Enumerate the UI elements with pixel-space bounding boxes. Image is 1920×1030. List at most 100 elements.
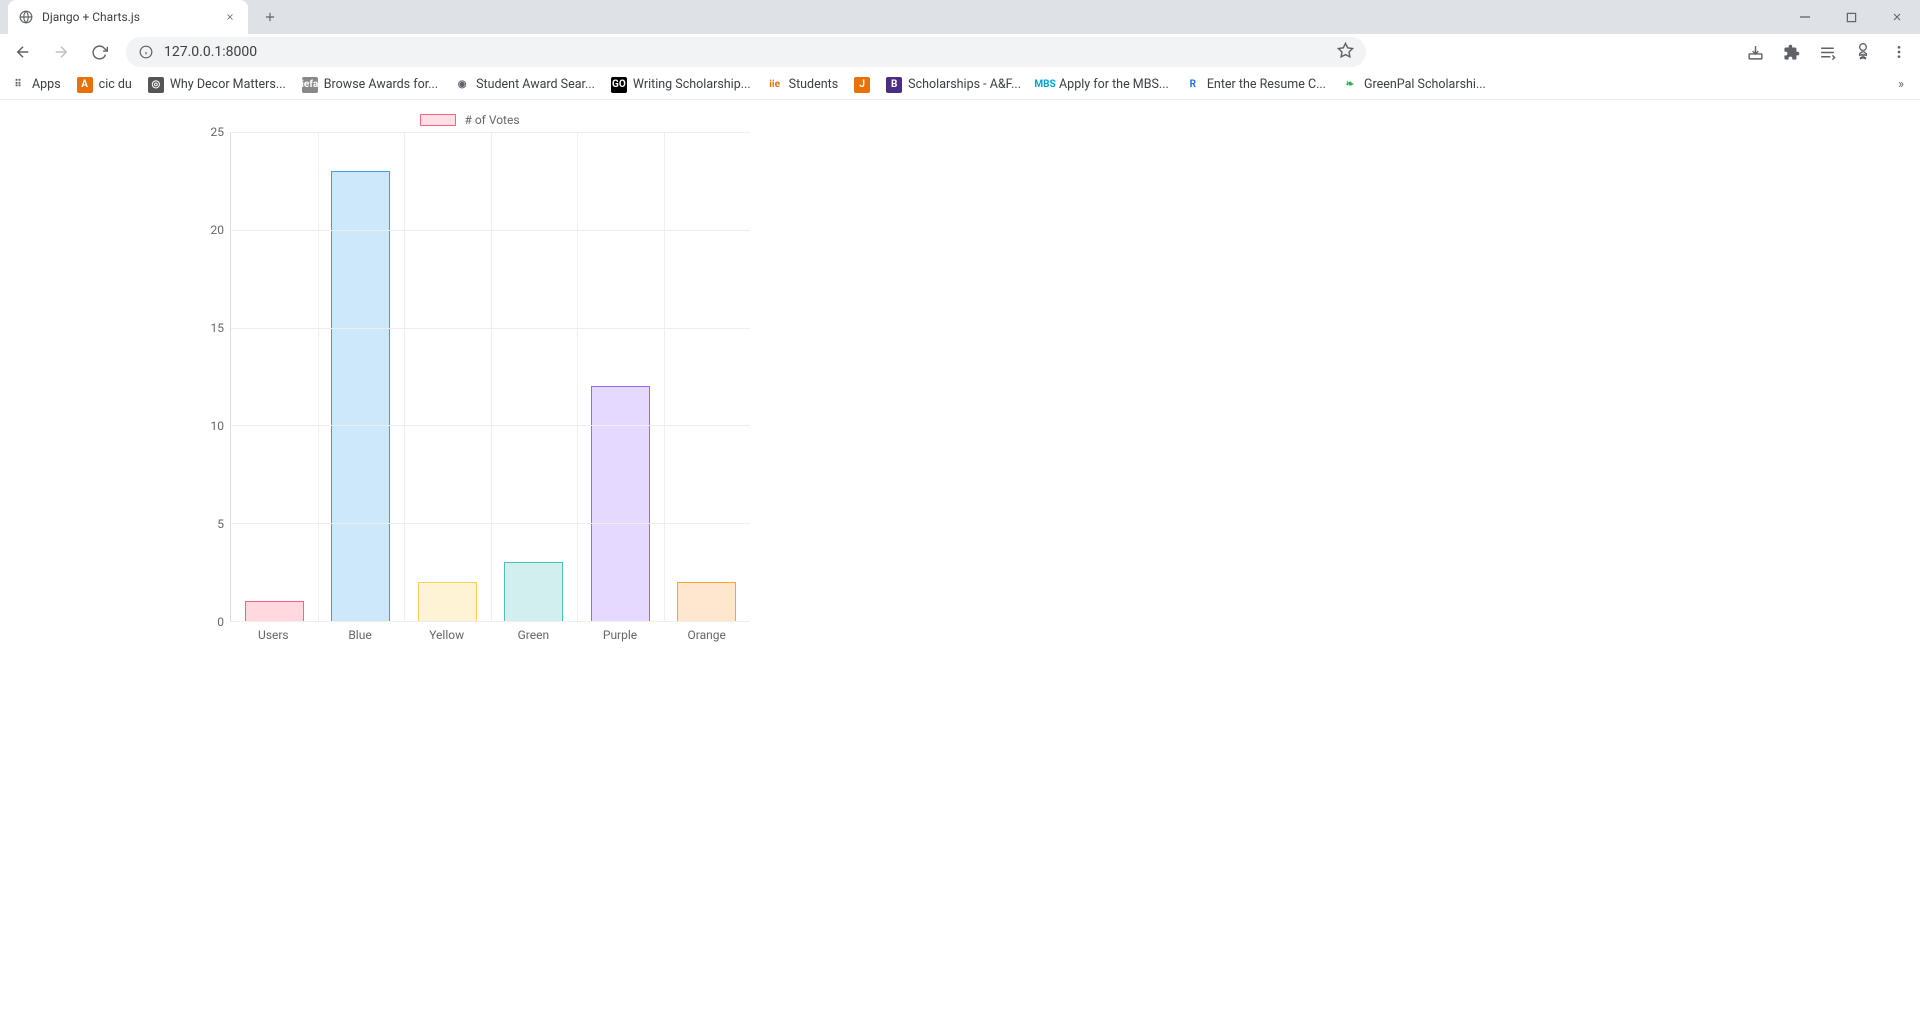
x-tick-label: Yellow bbox=[403, 622, 490, 642]
toolbar: 127.0.0.1:8000 bbox=[0, 34, 1920, 70]
minimize-button[interactable] bbox=[1782, 0, 1828, 34]
x-tick-label: Purple bbox=[577, 622, 664, 642]
bookmark-item[interactable]: MBS Apply for the MBS... bbox=[1037, 77, 1169, 93]
bookmark-item[interactable]: iefa Browse Awards for... bbox=[302, 77, 438, 93]
url-text: 127.0.0.1:8000 bbox=[164, 44, 257, 60]
y-tick-label: 25 bbox=[211, 125, 225, 139]
forward-button[interactable] bbox=[44, 35, 78, 69]
bookmark-favicon: iefa bbox=[302, 77, 318, 93]
bookmarks-overflow-icon[interactable]: » bbox=[1892, 77, 1910, 92]
bar[interactable] bbox=[677, 582, 736, 621]
tab-title: Django + Charts.js bbox=[42, 10, 214, 24]
bookmark-favicon: ◎ bbox=[148, 77, 164, 93]
chart-legend[interactable]: # of Votes bbox=[190, 108, 750, 132]
bookmark-favicon: iie bbox=[767, 77, 783, 93]
profile-icon[interactable] bbox=[1848, 37, 1878, 67]
address-bar[interactable]: 127.0.0.1:8000 bbox=[126, 37, 1366, 67]
bookmark-favicon: ⠿ bbox=[10, 77, 26, 93]
bar-slot bbox=[664, 132, 751, 621]
new-tab-button[interactable] bbox=[256, 3, 284, 31]
menu-icon[interactable] bbox=[1884, 37, 1914, 67]
bookmark-favicon: MBS bbox=[1037, 77, 1053, 93]
bookmark-favicon: J bbox=[854, 77, 870, 93]
bookmark-item[interactable]: ◎ Why Decor Matters... bbox=[148, 77, 286, 93]
bookmark-label: Browse Awards for... bbox=[324, 77, 438, 92]
close-icon[interactable] bbox=[222, 9, 238, 25]
bookmark-item[interactable]: Acic du bbox=[77, 77, 132, 93]
reading-list-icon[interactable] bbox=[1812, 37, 1842, 67]
bookmark-label: Enter the Resume C... bbox=[1207, 77, 1326, 92]
extensions-icon[interactable] bbox=[1776, 37, 1806, 67]
bookmark-favicon: B bbox=[886, 77, 902, 93]
bookmark-item[interactable]: R Enter the Resume C... bbox=[1185, 77, 1326, 93]
chart-area: 0510152025 bbox=[190, 132, 750, 622]
y-tick-label: 5 bbox=[217, 517, 224, 531]
vertical-gridline bbox=[491, 132, 492, 621]
bar-slot bbox=[491, 132, 578, 621]
plot-area bbox=[230, 132, 750, 622]
tab-bar: Django + Charts.js bbox=[0, 0, 1920, 34]
bar-slot bbox=[318, 132, 405, 621]
globe-icon bbox=[18, 9, 34, 25]
maximize-button[interactable] bbox=[1828, 0, 1874, 34]
bookmark-label: Why Decor Matters... bbox=[170, 77, 286, 92]
bookmark-label: Apps bbox=[32, 77, 61, 92]
y-tick-label: 0 bbox=[217, 615, 224, 629]
bookmark-label: Scholarships - A&F... bbox=[908, 77, 1021, 92]
chart: # of Votes 0 5 10 15 20 25 UsersBlueYellowGre… bbox=[190, 108, 750, 642]
bookmark-item[interactable]: ⠿ Apps bbox=[10, 77, 61, 93]
bookmark-item[interactable]: ❧ GreenPal Scholarshi... bbox=[1342, 77, 1486, 93]
bookmark-item[interactable]: J bbox=[854, 77, 870, 93]
bookmark-label: cic du bbox=[99, 77, 132, 92]
bookmarks-bar: ⠿ Apps Acic du ◎ Why Decor Matters... iefa Bro… bbox=[0, 70, 1920, 100]
x-tick-label: Orange bbox=[663, 622, 750, 642]
back-button[interactable] bbox=[6, 35, 40, 69]
browser-chrome: Django + Charts.js 127.0.0.1:800 bbox=[0, 0, 1920, 100]
bookmark-item[interactable]: ◉ Student Award Sear... bbox=[454, 77, 595, 93]
x-axis: UsersBlueYellowGreenPurpleOrange bbox=[230, 622, 750, 642]
bookmark-favicon: ❧ bbox=[1342, 77, 1358, 93]
bar[interactable] bbox=[504, 562, 563, 621]
browser-tab[interactable]: Django + Charts.js bbox=[8, 0, 248, 34]
bookmark-favicon: A bbox=[77, 77, 93, 93]
legend-swatch bbox=[420, 114, 456, 126]
y-tick-label: 15 bbox=[211, 321, 225, 335]
bookmark-label: Student Award Sear... bbox=[476, 77, 595, 92]
vertical-gridline bbox=[318, 132, 319, 621]
window-controls bbox=[1782, 0, 1920, 34]
bar[interactable] bbox=[331, 171, 390, 621]
y-tick-label: 20 bbox=[211, 223, 225, 237]
close-window-button[interactable] bbox=[1874, 0, 1920, 34]
bookmark-favicon: R bbox=[1185, 77, 1201, 93]
star-icon[interactable] bbox=[1337, 42, 1354, 63]
gridline bbox=[231, 621, 750, 622]
page-content: # of Votes 0 5 10 15 20 25 UsersBlueYellowGre… bbox=[0, 100, 1920, 642]
bookmark-favicon: ◉ bbox=[454, 77, 470, 93]
bookmark-label: Apply for the MBS... bbox=[1059, 77, 1169, 92]
reload-button[interactable] bbox=[82, 35, 116, 69]
bar-slot bbox=[577, 132, 664, 621]
vertical-gridline bbox=[664, 132, 665, 621]
bookmark-label: GreenPal Scholarshi... bbox=[1364, 77, 1486, 92]
bar-slot bbox=[231, 132, 318, 621]
download-icon[interactable] bbox=[1740, 37, 1770, 67]
bar[interactable] bbox=[418, 582, 477, 621]
bookmark-label: Students bbox=[789, 77, 839, 92]
bookmark-favicon: GO bbox=[611, 77, 627, 93]
x-tick-label: Green bbox=[490, 622, 577, 642]
bar[interactable] bbox=[591, 386, 650, 621]
bar-slot bbox=[404, 132, 491, 621]
y-axis: 0510152025 bbox=[190, 132, 230, 622]
bookmark-item[interactable]: B Scholarships - A&F... bbox=[886, 77, 1021, 93]
bookmark-label: Writing Scholarship... bbox=[633, 77, 751, 92]
vertical-gridline bbox=[577, 132, 578, 621]
info-icon[interactable] bbox=[138, 44, 154, 60]
bar[interactable] bbox=[245, 601, 304, 621]
legend-label: # of Votes bbox=[464, 113, 519, 127]
bookmark-item[interactable]: iie Students bbox=[767, 77, 839, 93]
x-tick-label: Blue bbox=[317, 622, 404, 642]
vertical-gridline bbox=[404, 132, 405, 621]
x-tick-label: Users bbox=[230, 622, 317, 642]
bookmark-item[interactable]: GO Writing Scholarship... bbox=[611, 77, 751, 93]
y-tick-label: 10 bbox=[211, 419, 225, 433]
